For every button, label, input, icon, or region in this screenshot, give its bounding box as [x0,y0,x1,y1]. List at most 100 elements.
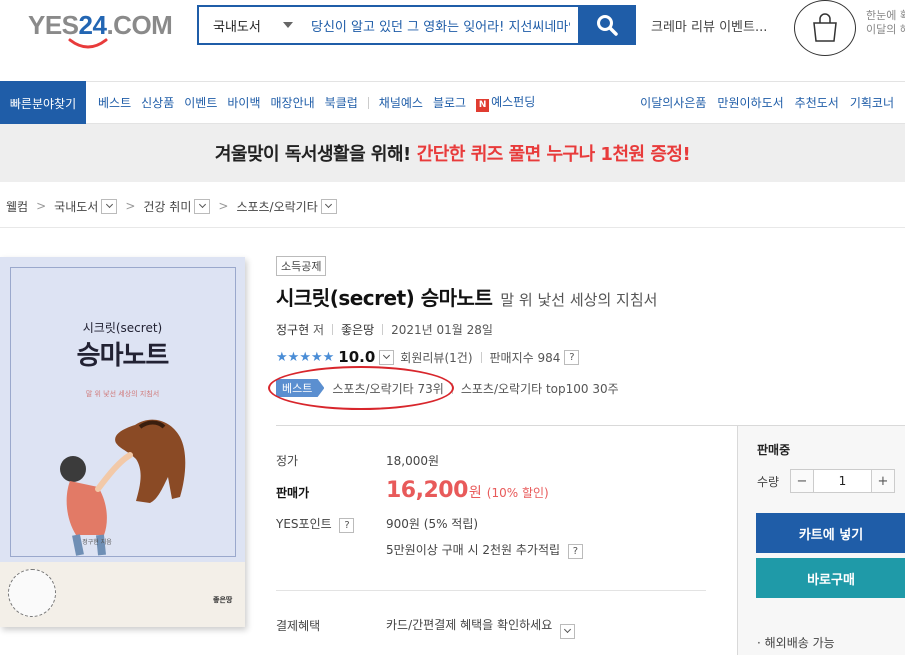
nav-item-bookclub[interactable]: 북클럽 [325,94,358,111]
nav-divider [367,96,369,109]
search-category-label: 국내도서 [213,19,261,35]
nav-item-under-10000[interactable]: 만원이하도서 [717,94,783,111]
nav-right-menu: 이달의사은품 만원이하도서 추천도서 기획코너 [629,82,894,123]
nav-item-event[interactable]: 이벤트 [184,94,217,111]
chevron-down-icon [383,351,391,360]
search-category-select[interactable]: 국내도서 [199,7,303,43]
quantity-decrease-button[interactable]: − [791,470,813,492]
cover-title: 승마노트 [76,341,170,371]
yes-point-value: 900원 (5% 적립) [386,517,479,531]
sale-price-label: 판매가 [276,486,310,500]
star-icon: ★ [322,349,335,365]
nav-item-best[interactable]: 베스트 [98,94,131,111]
chevron-right-icon: > [218,199,229,213]
quick-category-button[interactable]: 빠른분야찾기 [0,81,86,125]
quiz-event-banner[interactable]: 겨울맞이 독서생활을 위해! 간단한 퀴즈 풀면 누구나 1천원 증정! [0,124,905,182]
nav-item-special[interactable]: 기획코너 [850,94,894,111]
best-top100-link[interactable]: 스포츠/오락기타 top100 30주 [461,380,619,397]
side-promo-line2: 이달의 혜 [866,23,905,36]
divider [276,590,706,591]
nav-item-channelyes[interactable]: 채널예스 [379,94,423,111]
breadcrumb-dropdown-button[interactable] [194,198,211,214]
breadcrumb-health-hobby[interactable]: 건강 취미 [143,198,191,215]
yes24-logo[interactable]: YES24.COM [28,4,173,52]
banner-text: 겨울맞이 독서생활을 위해! [214,144,411,165]
rating-score: 10.0 [338,348,376,366]
payment-benefit-dropdown[interactable]: 카드/간편결제 혜택을 확인하세요 [386,616,576,639]
divider [480,351,482,363]
rating-stars: ★ ★ ★ ★ ★ [276,351,334,364]
publish-date: 2021년 01월 28일 [391,323,493,337]
award-seal-icon [8,569,56,617]
main-nav: 빠른분야찾기 베스트 신상품 이벤트 바이백 매장안내 북클럽 채널예스 블로그… [0,81,905,125]
cart-button[interactable] [794,0,856,56]
nav-menu: 베스트 신상품 이벤트 바이백 매장안내 북클럽 채널예스 블로그 N 예스펀딩 [98,82,545,123]
quantity-stepper: − 1 + [790,469,895,493]
breadcrumb-home[interactable]: 웰컴 [6,198,28,215]
chevron-right-icon: > [125,199,136,213]
star-icon: ★ [310,349,323,365]
product-meta: 정구현 저 좋은땅 2021년 01월 28일 [276,321,493,338]
help-icon[interactable]: ? [564,349,580,365]
help-icon[interactable]: ? [567,544,583,559]
divider [382,324,384,335]
yes-point-label: YES포인트 ? [276,515,355,533]
quantity-increase-button[interactable]: + [872,470,894,492]
cover-subtitle: 시크릿(secret) [82,321,163,335]
sale-price-unit: 원 [468,485,482,501]
product-subtitle: 말 위 낯선 세상의 지침서 [500,291,658,309]
tax-deduction-badge: 소득공제 [276,256,327,276]
star-icon: ★ [287,349,300,365]
star-icon: ★ [276,349,288,365]
chevron-down-icon [283,22,293,28]
book-cover-image[interactable]: 시크릿(secret) 승마노트 말 위 낯선 세상의 지침서 정구현 지음 좋… [0,257,245,627]
product-title: 시크릿(secret) 승마노트 [276,286,493,310]
quantity-input[interactable]: 1 [813,470,872,492]
nav-item-recommended[interactable]: 추천도서 [795,94,839,111]
nav-item-new[interactable]: 신상품 [141,94,174,111]
search-icon [597,15,618,36]
divider [0,227,905,228]
cover-tagline: 말 위 낯선 세상의 지침서 [85,390,160,398]
breadcrumb-dropdown-button[interactable] [320,198,337,214]
rating-dropdown-button[interactable] [379,349,395,365]
nav-item-funding[interactable]: N 예스펀딩 [476,93,535,112]
review-count-link[interactable]: 회원리뷰(1건) [400,349,472,366]
side-promo-line1: 한눈에 확 [866,9,905,22]
sale-status: 판매중 [757,443,791,457]
highlight-circle-annotation [268,366,454,410]
sale-price-value: 16,200 [386,478,468,503]
yes-point-extra-text: 5만원이상 구매 시 2천원 추가적립 [386,543,561,557]
cover-publisher: 좋은땅 [213,596,233,604]
breadcrumb-domestic[interactable]: 국내도서 [54,198,98,215]
nav-item-gifts[interactable]: 이달의사은품 [640,94,706,111]
chevron-down-icon [198,200,206,209]
horse-rider-illustration [60,419,186,556]
search-input[interactable] [303,7,578,43]
chevron-down-icon [560,623,576,639]
nav-item-buyback[interactable]: 바이백 [227,94,260,111]
breadcrumb-sports[interactable]: 스포츠/오락기타 [236,198,317,215]
quantity-label: 수량 [757,475,780,489]
discount-rate: (10% 할인) [486,486,549,500]
header-review-event-link[interactable]: 크레마 리뷰 이벤트... [651,16,767,35]
publisher-link[interactable]: 좋은땅 [341,321,374,338]
banner-highlight: 간단한 퀴즈 풀면 누구나 1천원 증정! [416,144,691,165]
breadcrumb-dropdown-button[interactable] [101,198,118,214]
help-icon[interactable]: ? [339,518,355,533]
list-price-label: 정가 [276,454,299,468]
star-icon: ★ [299,349,311,365]
author-link[interactable]: 정구현 [276,321,309,338]
add-to-cart-button[interactable]: 카트에 넣기 [756,513,905,553]
nav-item-blog[interactable]: 블로그 [433,94,466,111]
logo-text: YES24.COM [28,10,173,40]
divider [332,324,333,335]
payment-benefit-label: 결제혜택 [276,619,321,633]
nav-item-store[interactable]: 매장안내 [271,94,315,111]
search-button[interactable] [578,5,636,45]
buy-now-button[interactable]: 바로구매 [756,558,905,598]
overseas-shipping-note: · 해외배송 가능 [757,636,835,650]
breadcrumb: 웰컴 > 국내도서 > 건강 취미 > 스포츠/오락기타 [6,196,337,216]
header-side-promo[interactable]: 한눈에 확 이달의 혜 [866,9,905,37]
product-title-row: 시크릿(secret) 승마노트 말 위 낯선 세상의 지침서 [276,282,657,311]
